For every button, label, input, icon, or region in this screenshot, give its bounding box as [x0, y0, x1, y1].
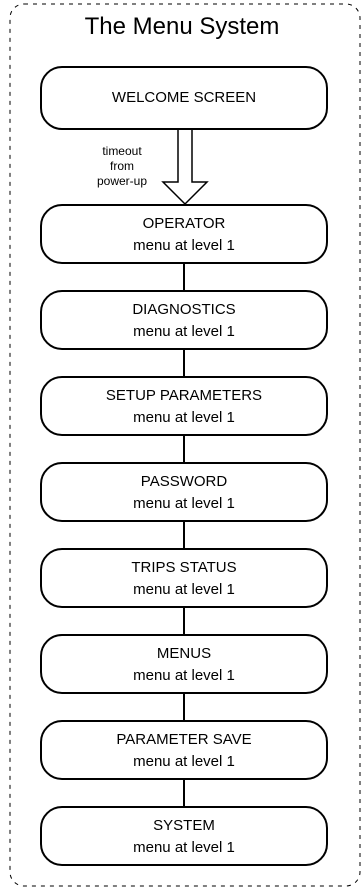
menu-level: menu at level 1 — [133, 237, 235, 254]
menu-name: SETUP PARAMETERS — [105, 387, 263, 404]
transition-label: timeout from power-up — [82, 144, 162, 189]
menu-name: OPERATOR — [142, 215, 226, 232]
menu-node-trips-status: TRIPS STATUS menu at level 1 — [40, 548, 328, 608]
menu-node-system: SYSTEM menu at level 1 — [40, 806, 328, 866]
menu-level: menu at level 1 — [133, 409, 235, 426]
menu-name: PARAMETER SAVE — [116, 731, 252, 748]
menu-level: menu at level 1 — [133, 323, 235, 340]
welcome-screen-label: WELCOME SCREEN — [111, 89, 257, 106]
menu-level: menu at level 1 — [133, 495, 235, 512]
menu-node-parameter-save: PARAMETER SAVE menu at level 1 — [40, 720, 328, 780]
menu-name: PASSWORD — [140, 473, 228, 490]
menu-level: menu at level 1 — [133, 667, 235, 684]
menu-name: SYSTEM — [153, 817, 215, 834]
menu-level: menu at level 1 — [133, 753, 235, 770]
transition-label-line: power-up — [96, 174, 148, 188]
menu-name: MENUS — [156, 645, 212, 662]
menu-node-operator: OPERATOR menu at level 1 — [40, 204, 328, 264]
menu-level: menu at level 1 — [133, 839, 235, 856]
menu-level: menu at level 1 — [133, 581, 235, 598]
menu-node-setup-parameters: SETUP PARAMETERS menu at level 1 — [40, 376, 328, 436]
menu-node-password: PASSWORD menu at level 1 — [40, 462, 328, 522]
menu-node-diagnostics: DIAGNOSTICS menu at level 1 — [40, 290, 328, 350]
diagram-title: The Menu System — [84, 13, 280, 40]
menu-name: DIAGNOSTICS — [132, 301, 236, 318]
hollow-down-arrow — [161, 130, 209, 206]
menu-name: TRIPS STATUS — [131, 559, 237, 576]
menu-node-menus: MENUS menu at level 1 — [40, 634, 328, 694]
transition-label-line: timeout — [102, 144, 142, 158]
welcome-screen-node: WELCOME SCREEN — [40, 66, 328, 130]
transition-label-line: from — [110, 159, 134, 173]
